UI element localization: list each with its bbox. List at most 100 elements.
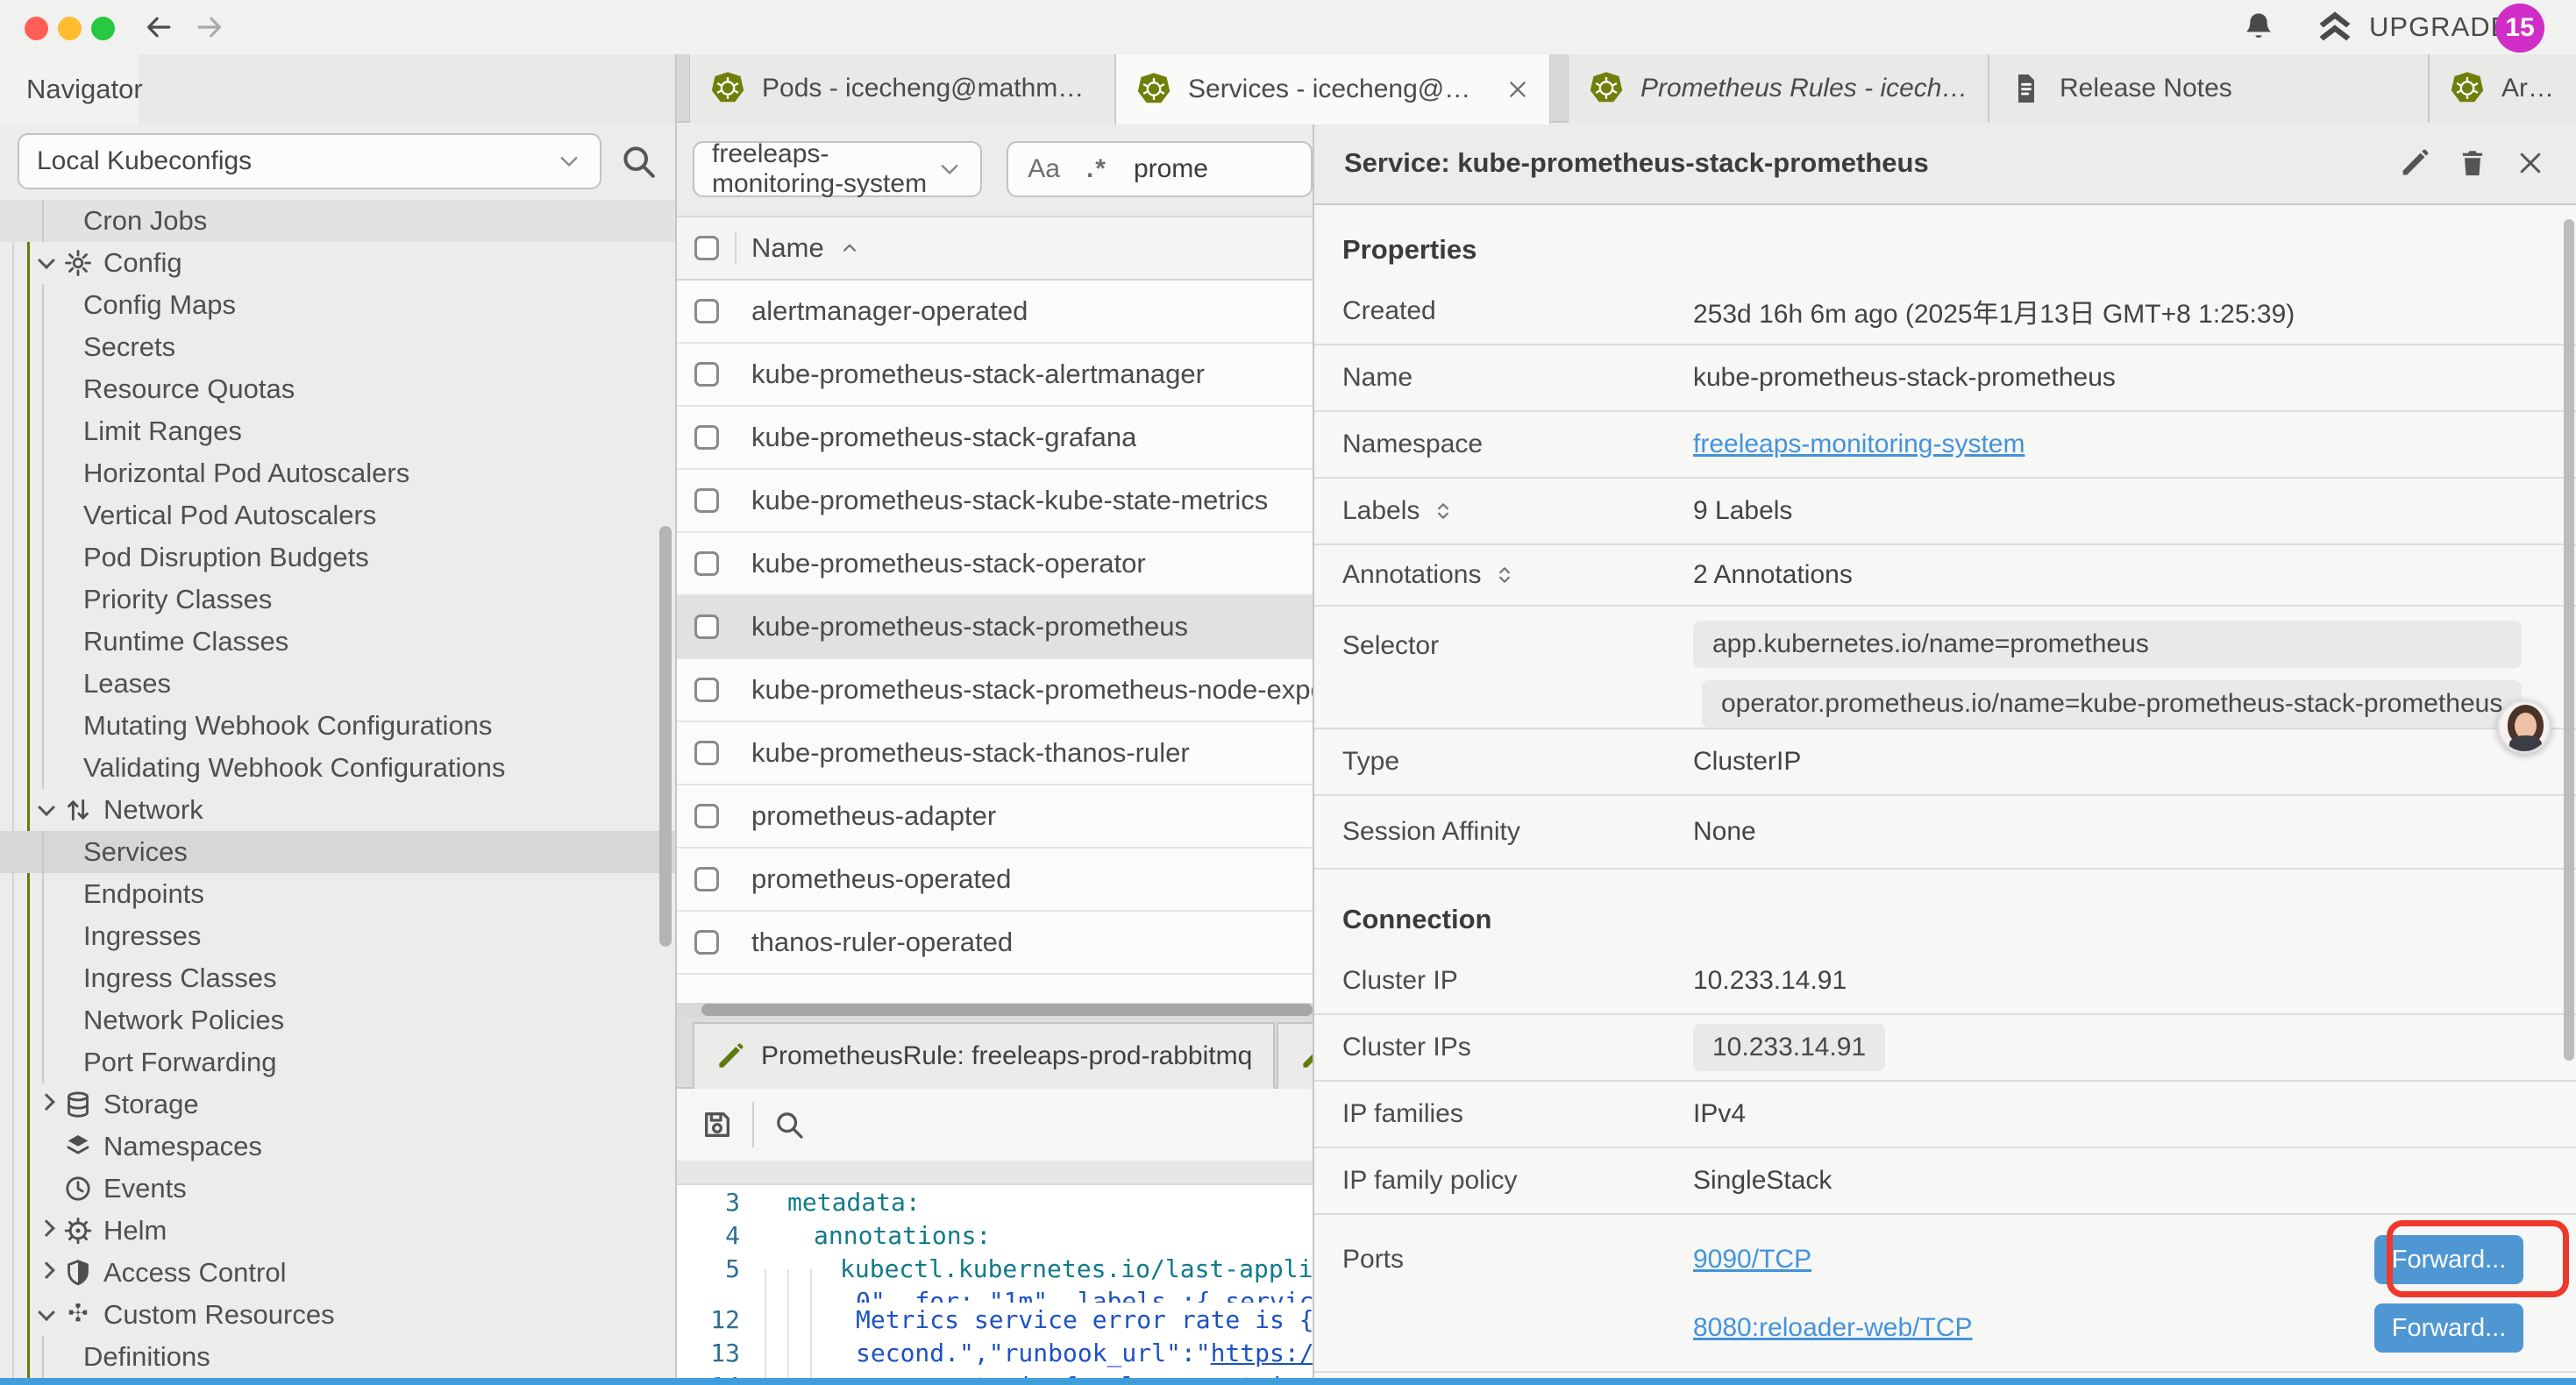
sidebar-tree-item[interactable]: Priority Classes	[0, 579, 675, 621]
tree-chevron-icon[interactable]	[38, 1219, 55, 1237]
match-case-toggle[interactable]: Aa	[1028, 154, 1060, 184]
row-checkbox[interactable]	[694, 678, 719, 702]
assistant-avatar[interactable]	[2497, 700, 2551, 754]
table-row[interactable]: kube-prometheus-stack-operator	[677, 533, 1313, 596]
tree-chevron-icon[interactable]	[38, 1261, 55, 1279]
kubeconfig-selector[interactable]: Local Kubeconfigs	[18, 133, 601, 189]
sidebar-tree-item[interactable]: Events	[0, 1168, 675, 1210]
sidebar-tree-item[interactable]: Storage	[0, 1083, 675, 1126]
sidebar-scrollbar-thumb[interactable]	[659, 526, 672, 947]
sidebar-tree-item[interactable]: Custom Resources	[0, 1294, 675, 1336]
sidebar-tree-item[interactable]: Endpoints	[0, 873, 675, 915]
sidebar-tree-item[interactable]: Config Maps	[0, 284, 675, 326]
delete-icon[interactable]	[2457, 147, 2488, 179]
upgrade-button[interactable]: UPGRADE	[2315, 7, 2509, 47]
notifications-bell-icon[interactable]	[2241, 10, 2276, 45]
table-row[interactable]: kube-prometheus-stack-grafana	[677, 407, 1313, 470]
forward-arrow-icon[interactable]	[193, 11, 226, 44]
row-checkbox[interactable]	[694, 867, 719, 891]
sidebar-tree-item[interactable]: Cron Jobs	[0, 200, 675, 242]
sidebar-tree-item[interactable]: Ingress Classes	[0, 957, 675, 999]
minimize-window-button[interactable]	[58, 17, 82, 40]
sidebar-tree-item[interactable]: Port Forwarding	[0, 1041, 675, 1083]
navigator-panel-tab[interactable]: Navigator	[0, 54, 139, 124]
sidebar-tree-item[interactable]: Namespaces	[0, 1126, 675, 1168]
close-tab-icon[interactable]	[1505, 77, 1530, 102]
table-row[interactable]: alertmanager-operated	[677, 281, 1313, 344]
table-row[interactable]: kube-prometheus-stack-alertmanager	[677, 344, 1313, 407]
expand-collapse-icon[interactable]	[1432, 500, 1455, 522]
row-checkbox[interactable]	[694, 299, 719, 323]
sidebar-tree-item[interactable]: Pod Disruption Budgets	[0, 536, 675, 579]
sidebar-tree-item[interactable]: Vertical Pod Autoscalers	[0, 494, 675, 536]
back-arrow-icon[interactable]	[142, 11, 175, 44]
notification-count-badge[interactable]: 15	[2495, 4, 2544, 53]
row-checkbox[interactable]	[694, 614, 719, 639]
column-header-name[interactable]: Name	[751, 232, 824, 264]
sidebar-tree-item[interactable]: Definitions	[0, 1336, 675, 1378]
table-row[interactable]: kube-prometheus-stack-prometheus-node-ex…	[677, 659, 1313, 722]
table-row[interactable]: thanos-ruler-operated	[677, 912, 1313, 975]
expand-collapse-icon[interactable]	[1493, 564, 1516, 586]
drawer-scrollbar-thumb[interactable]	[2564, 219, 2574, 1061]
tab-pods[interactable]: Pods - icecheng@mathmas...	[689, 54, 1115, 123]
tab-services[interactable]: Services - icecheng@math...	[1115, 54, 1550, 124]
edit-icon[interactable]	[2399, 147, 2430, 179]
row-checkbox[interactable]	[694, 425, 719, 450]
tree-chevron-icon[interactable]	[38, 799, 55, 816]
port-link-9090[interactable]: 9090/TCP	[1693, 1245, 1811, 1275]
table-row[interactable]: prometheus-operated	[677, 849, 1313, 912]
sidebar-tree-item[interactable]: Network Policies	[0, 999, 675, 1041]
tree-chevron-icon[interactable]	[38, 1093, 55, 1111]
sidebar-tree-item[interactable]: Runtime Classes	[0, 621, 675, 663]
sort-ascending-icon[interactable]	[838, 237, 861, 259]
close-icon[interactable]	[2515, 147, 2546, 179]
table-row[interactable]: kube-prometheus-stack-thanos-ruler	[677, 722, 1313, 785]
sidebar-tree-item[interactable]: Secrets	[0, 326, 675, 368]
forward-button[interactable]: Forward...	[2374, 1303, 2523, 1353]
sidebar-tree-item[interactable]: Resource Quotas	[0, 368, 675, 410]
namespace-link[interactable]: freeleaps-monitoring-system	[1693, 430, 2025, 459]
table-row[interactable]: prometheus-adapter	[677, 785, 1313, 849]
sidebar-tree-item[interactable]: Validating Webhook Configurations	[0, 747, 675, 789]
save-icon[interactable]	[700, 1107, 735, 1142]
sidebar-tree-item[interactable]: Mutating Webhook Configurations	[0, 705, 675, 747]
sidebar-tree-item[interactable]: Limit Ranges	[0, 410, 675, 452]
table-row[interactable]: kube-prometheus-stack-kube-state-metrics	[677, 470, 1313, 533]
row-checkbox[interactable]	[694, 930, 719, 955]
tab-prometheus-rules[interactable]: Prometheus Rules - icecheng...	[1568, 54, 1989, 123]
horizontal-scrollbar-thumb[interactable]	[701, 1004, 1313, 1016]
editor-tab-partial[interactable]	[1277, 1022, 1313, 1089]
zoom-window-button[interactable]	[91, 17, 115, 40]
sidebar-tree-item[interactable]: Config	[0, 242, 675, 284]
tree-chevron-icon[interactable]	[38, 252, 55, 269]
sidebar-tree-item[interactable]: Helm	[0, 1210, 675, 1252]
namespace-selector[interactable]: freeleaps-monitoring-system	[693, 141, 982, 197]
row-checkbox[interactable]	[694, 488, 719, 513]
search-icon[interactable]	[617, 140, 659, 182]
regex-toggle[interactable]: .*	[1086, 154, 1107, 184]
tab-argo[interactable]: Argo Se	[2429, 54, 2576, 123]
sidebar-tree-item[interactable]: Access Control	[0, 1252, 675, 1294]
row-checkbox[interactable]	[694, 362, 719, 387]
sidebar-tree-item[interactable]: Ingresses	[0, 915, 675, 957]
sidebar-tree-item[interactable]: Services	[0, 831, 675, 873]
tab-release-notes[interactable]: Release Notes	[1989, 54, 2429, 123]
horizontal-scrollbar[interactable]	[677, 1003, 1313, 1017]
sidebar-tree-item[interactable]: Leases	[0, 663, 675, 705]
port-link-8080[interactable]: 8080:reloader-web/TCP	[1693, 1313, 1973, 1343]
table-row[interactable]: kube-prometheus-stack-prometheus	[677, 596, 1313, 659]
row-checkbox[interactable]	[694, 804, 719, 828]
row-checkbox[interactable]	[694, 741, 719, 765]
yaml-editor[interactable]: 3metadata: 4annotations: 5kubectl.kubern…	[677, 1185, 1313, 1378]
sidebar-tree-item[interactable]: Horizontal Pod Autoscalers	[0, 452, 675, 494]
close-window-button[interactable]	[25, 17, 48, 40]
editor-tab-prometheusrule[interactable]: PrometheusRule: freeleaps-prod-rabbitmq	[693, 1022, 1275, 1089]
tree-chevron-icon[interactable]	[38, 1303, 55, 1321]
filter-search-input[interactable]: Aa .* prome	[1007, 141, 1313, 197]
runbook-url-link[interactable]: https://net	[1211, 1339, 1313, 1367]
row-checkbox[interactable]	[694, 551, 719, 576]
search-icon[interactable]	[772, 1107, 807, 1142]
select-all-checkbox[interactable]	[694, 236, 719, 260]
sidebar-tree-item[interactable]: Network	[0, 789, 675, 831]
